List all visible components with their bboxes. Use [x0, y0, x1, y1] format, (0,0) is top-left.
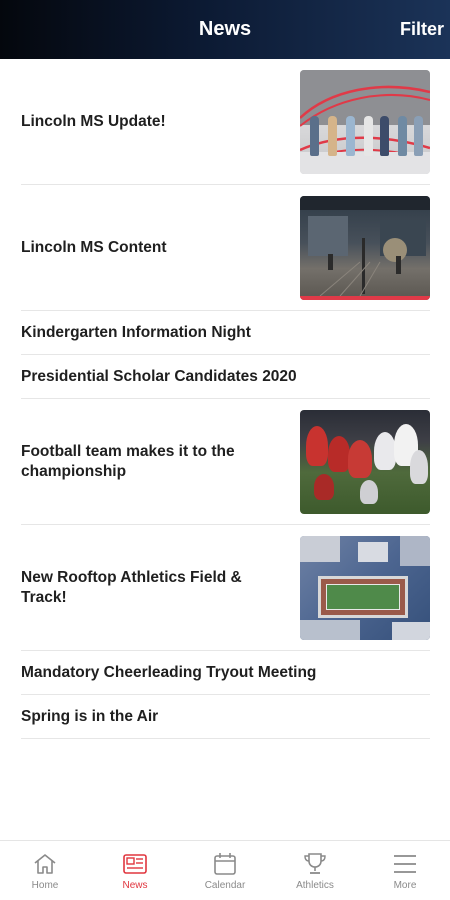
- page-title: News: [198, 18, 252, 40]
- news-item[interactable]: Kindergarten Information Night: [21, 311, 430, 355]
- home-icon: [30, 851, 60, 877]
- header-bar: News Filter: [0, 0, 450, 59]
- building-photo: [300, 195, 430, 300]
- tab-news-label: News: [122, 879, 148, 891]
- tab-more[interactable]: More: [360, 851, 450, 891]
- news-item-title: Presidential Scholar Candidates 2020: [21, 367, 297, 385]
- filter-button[interactable]: Filter: [400, 0, 444, 59]
- news-item-title: Kindergarten Information Night: [21, 323, 251, 341]
- news-item-title: Mandatory Cheerleading Tryout Meeting: [21, 663, 317, 681]
- news-item[interactable]: Presidential Scholar Candidates 2020: [21, 355, 430, 399]
- news-item[interactable]: Lincoln MS Update!: [21, 59, 430, 185]
- news-item-title: Lincoln MS Content: [21, 238, 167, 256]
- news-item[interactable]: Spring is in the Air: [21, 695, 430, 739]
- bottom-tab-bar: Home News Calendar Athletics More: [0, 840, 450, 900]
- news-item-title: Lincoln MS Update!: [21, 112, 166, 130]
- tab-calendar[interactable]: Calendar: [180, 851, 270, 891]
- calendar-icon: [210, 851, 240, 877]
- news-item[interactable]: Mandatory Cheerleading Tryout Meeting: [21, 651, 430, 695]
- tab-calendar-label: Calendar: [204, 879, 246, 891]
- tab-home[interactable]: Home: [0, 851, 90, 891]
- students-photo: [300, 69, 430, 174]
- football-photo: [300, 409, 430, 514]
- news-item-title: Spring is in the Air: [21, 707, 159, 725]
- news-icon: [120, 851, 150, 877]
- tab-more-label: More: [393, 879, 417, 891]
- news-list: Lincoln MS Update! Lincoln MS Content Ki…: [21, 59, 430, 739]
- tab-athletics[interactable]: Athletics: [270, 851, 360, 891]
- tab-news[interactable]: News: [90, 851, 180, 891]
- news-item[interactable]: Lincoln MS Content: [21, 185, 430, 311]
- trophy-icon: [300, 851, 330, 877]
- news-item-title: Football team makes it to the championsh…: [21, 442, 235, 480]
- tab-home-label: Home: [31, 879, 59, 891]
- menu-icon: [390, 851, 420, 877]
- tab-athletics-label: Athletics: [296, 879, 334, 891]
- news-item[interactable]: Football team makes it to the championsh…: [21, 399, 430, 525]
- news-item-title: New Rooftop Athletics Field & Track!: [21, 568, 242, 606]
- news-item[interactable]: New Rooftop Athletics Field & Track!: [21, 525, 430, 651]
- rooftop-field-photo: [300, 535, 430, 640]
